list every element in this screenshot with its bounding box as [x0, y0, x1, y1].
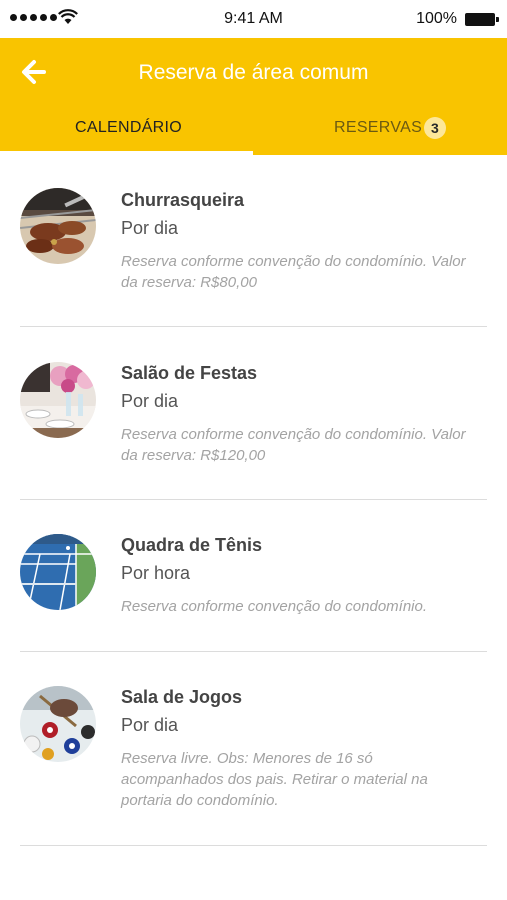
divider [20, 845, 487, 846]
barbecue-grill-image [20, 188, 96, 264]
area-description: Reserva conforme convenção do condomínio… [121, 426, 466, 464]
list-item-sala-de-jogos[interactable]: Sala de Jogos Por dia Reserva livre. Obs… [0, 652, 507, 846]
party-hall-image [20, 362, 96, 438]
area-description: Reserva conforme convenção do condomínio… [121, 253, 466, 291]
reservas-count-badge: 3 [424, 117, 446, 139]
tab-calendario-label: CALENDÁRIO [75, 119, 183, 136]
tab-calendario[interactable]: CALENDÁRIO [0, 108, 253, 155]
area-description: Reserva conforme convenção do condomínio… [121, 598, 428, 615]
area-period: Por dia [121, 715, 179, 735]
area-name: Salão de Festas [121, 363, 258, 383]
battery-icon [465, 13, 499, 26]
list-item-churrasqueira[interactable]: Churrasqueira Por dia Reserva conforme c… [0, 155, 507, 327]
area-name: Quadra de Tênis [121, 535, 263, 555]
billiard-table-image [20, 686, 96, 762]
area-period: Por hora [121, 563, 191, 583]
tennis-court-image [20, 534, 96, 610]
status-bar: 9:41 AM 100% [0, 0, 507, 38]
area-name: Churrasqueira [121, 190, 245, 210]
tab-bar: CALENDÁRIO RESERVAS 3 [0, 108, 507, 155]
list-item-quadra-de-tenis[interactable]: Quadra de Tênis Por hora Reserva conform… [0, 500, 507, 652]
area-name: Sala de Jogos [121, 687, 243, 707]
app-header: Reserva de área comum CALENDÁRIO RESERVA… [0, 38, 507, 155]
page-title: Reserva de área comum [138, 61, 369, 84]
tab-reservas[interactable]: RESERVAS 3 [254, 108, 507, 155]
area-period: Por dia [121, 218, 179, 238]
area-period: Por dia [121, 391, 179, 411]
tab-reservas-label: RESERVAS [334, 119, 423, 136]
area-description: Reserva livre. Obs: Menores de 16 só aco… [121, 750, 428, 809]
list-item-salao-de-festas[interactable]: Salão de Festas Por dia Reserva conforme… [0, 327, 507, 500]
battery-percent: 100% [416, 10, 457, 27]
